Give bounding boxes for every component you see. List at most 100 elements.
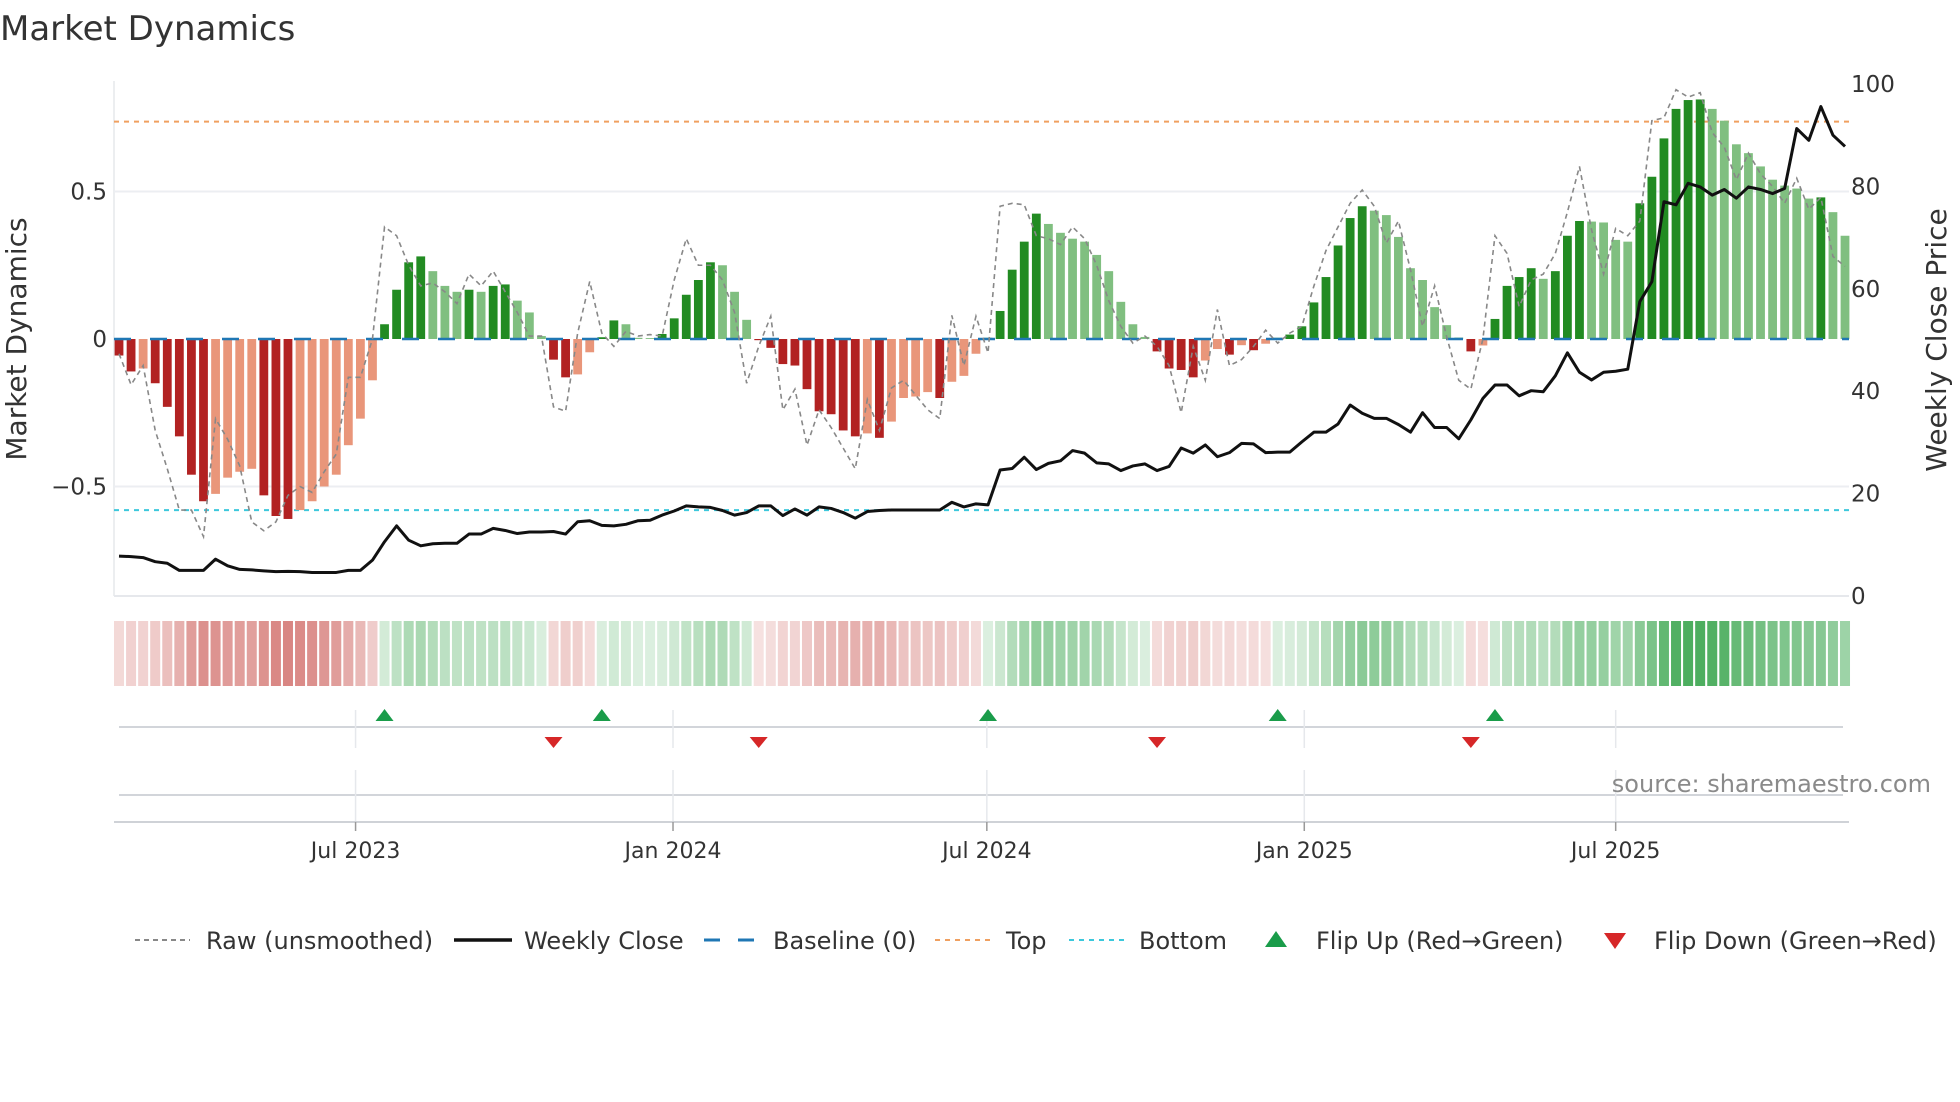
bar xyxy=(1212,339,1222,350)
heatmap-cell xyxy=(319,621,330,686)
heatmap-cell xyxy=(1586,621,1597,686)
bars xyxy=(114,99,1850,519)
raw-unsmoothed-line xyxy=(118,88,1846,540)
heatmap-cell xyxy=(138,621,149,686)
bar xyxy=(1719,120,1729,339)
flip-up-marker xyxy=(979,709,998,721)
heatmap-cell xyxy=(403,621,414,686)
heatmap-cell xyxy=(1610,621,1621,686)
heatmap-cell xyxy=(1719,621,1730,686)
right-tick-label: 80 xyxy=(1851,174,1880,200)
heatmap-cell xyxy=(584,621,595,686)
heatmap-cell xyxy=(1200,621,1211,686)
bar xyxy=(428,271,438,339)
bar xyxy=(235,339,245,472)
heatmap-strip xyxy=(114,621,1851,686)
heatmap-cell xyxy=(826,621,837,686)
bar xyxy=(1514,277,1524,339)
heatmap-cell xyxy=(1019,621,1030,686)
heatmap-cell xyxy=(451,621,462,686)
heatmap-cell xyxy=(717,621,728,686)
legend-label: Weekly Close xyxy=(524,927,684,955)
heatmap-cell xyxy=(222,621,233,686)
bar xyxy=(1550,271,1560,339)
heatmap-cell xyxy=(705,621,716,686)
bar xyxy=(1309,302,1319,339)
bar xyxy=(1068,238,1077,339)
bar xyxy=(488,285,498,339)
bar xyxy=(1611,239,1621,339)
bar xyxy=(319,339,329,487)
bar xyxy=(1683,100,1693,339)
flip-up-marker xyxy=(592,709,611,721)
heatmap-cell xyxy=(995,621,1006,686)
heatmap-cell xyxy=(657,621,668,686)
bar xyxy=(1200,339,1210,361)
bar xyxy=(1369,210,1379,339)
heatmap-cell xyxy=(258,621,269,686)
heatmap-cell xyxy=(198,621,209,686)
heatmap-cell xyxy=(1683,621,1694,686)
heatmap-cell xyxy=(946,621,957,686)
heatmap-cell xyxy=(536,621,547,686)
heatmap-cell xyxy=(934,621,945,686)
heatmap-cell xyxy=(1755,621,1766,686)
heatmap-cell xyxy=(150,621,161,686)
right-axis-ticks: 100 80 60 40 20 0 xyxy=(1851,72,1895,610)
bar xyxy=(1816,197,1826,339)
heatmap-cell xyxy=(1658,621,1669,686)
legend-label: Baseline (0) xyxy=(773,927,916,955)
bar xyxy=(1080,241,1089,339)
bar xyxy=(1043,223,1053,339)
heatmap-cell xyxy=(874,621,885,686)
heatmap-cell xyxy=(983,621,994,686)
bar xyxy=(1804,198,1814,339)
heatmap-cell xyxy=(645,621,656,686)
legend: Raw (unsmoothed) Weekly Close Baseline (0)… xyxy=(135,927,1937,955)
bar xyxy=(199,339,208,502)
bar xyxy=(742,319,752,339)
heatmap-cell xyxy=(415,621,426,686)
heatmap-cell xyxy=(355,621,366,686)
x-tick-label: Jan 2025 xyxy=(1254,839,1353,864)
bar xyxy=(947,339,957,382)
bar xyxy=(923,339,933,393)
bar xyxy=(295,339,305,511)
bar xyxy=(1707,108,1717,340)
bar xyxy=(1792,188,1802,339)
bar xyxy=(826,339,836,415)
heatmap-cell xyxy=(596,621,607,686)
heatmap-cell xyxy=(850,621,861,686)
heatmap-cell xyxy=(608,621,619,686)
heatmap-cell xyxy=(681,621,692,686)
heatmap-cell xyxy=(1695,621,1706,686)
heatmap-cell xyxy=(464,621,475,686)
heatmap-cell xyxy=(1803,621,1814,686)
heatmap-cell xyxy=(777,621,788,686)
heatmap-cell xyxy=(729,621,740,686)
heatmap-cell xyxy=(1115,621,1126,686)
heatmap-cell xyxy=(633,621,644,686)
bar xyxy=(476,291,486,339)
bar xyxy=(814,339,824,412)
bar xyxy=(1176,339,1186,370)
bar xyxy=(911,339,921,397)
heatmap-cell xyxy=(1550,621,1561,686)
bar xyxy=(1381,215,1391,339)
bar xyxy=(331,339,341,475)
heatmap-cell xyxy=(1007,621,1018,686)
x-tick-label: Jan 2024 xyxy=(623,839,722,864)
heatmap-cell xyxy=(693,621,704,686)
bar xyxy=(187,339,196,475)
heatmap-cell xyxy=(572,621,583,686)
bar xyxy=(899,339,908,398)
heatmap-cell xyxy=(1671,621,1682,686)
heatmap-cell xyxy=(1489,621,1500,686)
heatmap-cell xyxy=(1634,621,1645,686)
heatmap-cell xyxy=(246,621,257,686)
heatmap-cell xyxy=(1574,621,1585,686)
right-tick-label: 100 xyxy=(1851,72,1895,98)
heatmap-cell xyxy=(1321,621,1331,686)
bar xyxy=(778,339,788,365)
heatmap-cell xyxy=(1562,621,1573,686)
